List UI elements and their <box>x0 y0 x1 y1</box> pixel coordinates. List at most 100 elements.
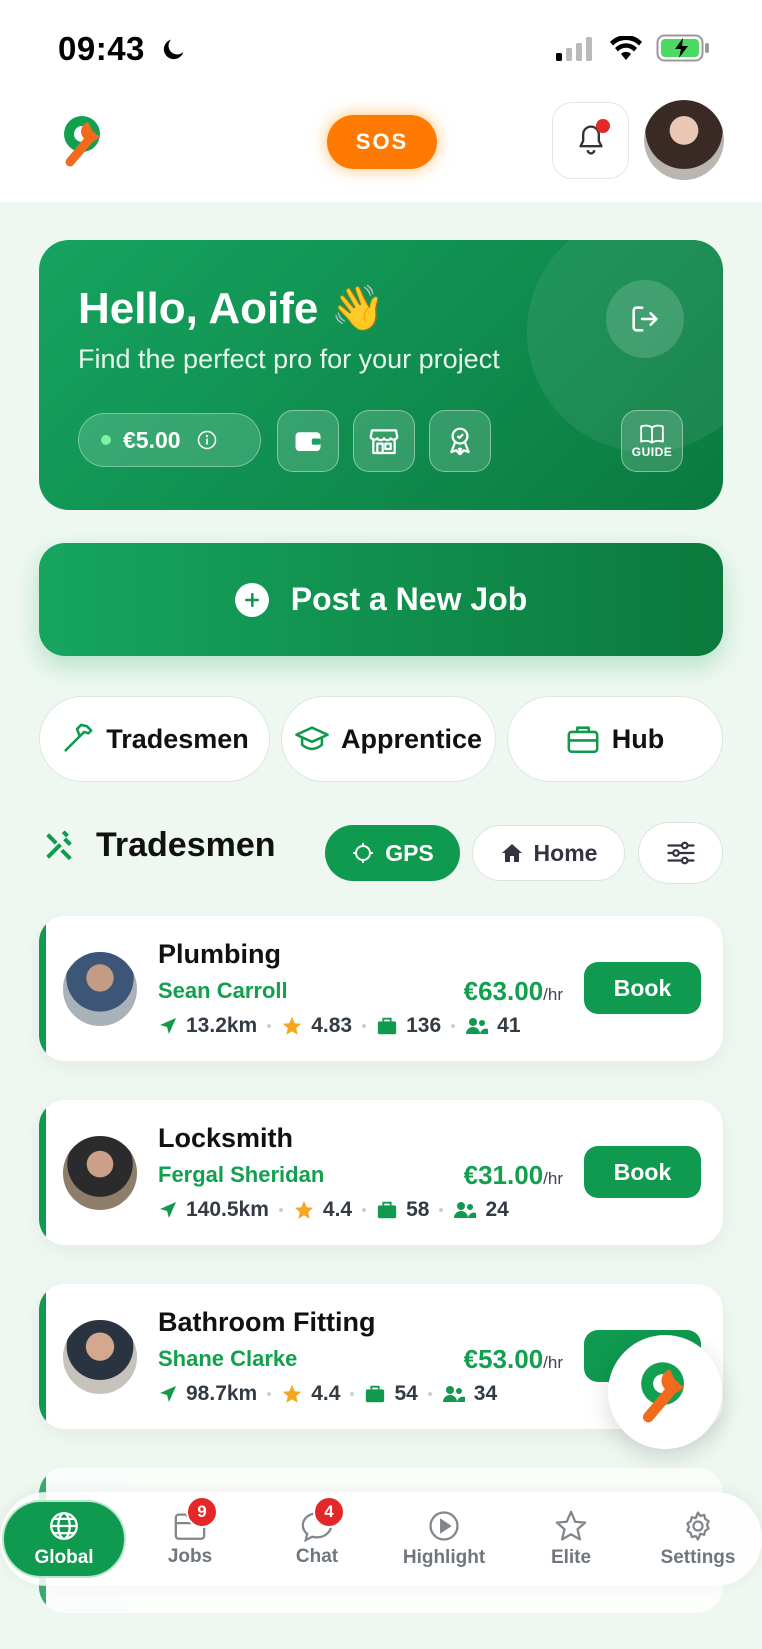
notification-dot <box>596 119 610 133</box>
post-new-job-button[interactable]: Post a New Job <box>39 543 723 656</box>
users-icon <box>442 1386 465 1402</box>
tab-apprentice[interactable]: Apprentice <box>281 696 496 782</box>
logout-icon <box>632 306 658 332</box>
status-time: 09:43 <box>58 30 145 67</box>
logout-button[interactable] <box>606 280 684 358</box>
tradesman-stats: 13.2km 4.83 136 41 <box>158 1014 521 1038</box>
crosshair-icon <box>353 843 374 863</box>
floating-action-button[interactable] <box>608 1335 722 1449</box>
home-filter-button[interactable]: Home <box>472 825 625 881</box>
nav-highlight[interactable]: Highlight <box>384 1500 504 1578</box>
award-icon <box>450 427 470 456</box>
badges-button[interactable] <box>429 410 491 472</box>
trade-name: Plumbing <box>158 939 281 969</box>
tradesman-name[interactable]: Shane Clarke <box>158 1346 297 1372</box>
navigation-arrow-icon <box>160 1386 176 1402</box>
nav-global[interactable]: Global <box>2 1500 126 1578</box>
greeting-subtitle: Find the perfect pro for your project <box>78 344 500 374</box>
app-logo-icon[interactable] <box>58 112 110 170</box>
hourly-rate: €63.00/hr <box>463 976 563 1006</box>
storefront-icon <box>369 429 399 455</box>
gps-filter-button[interactable]: GPS <box>325 825 460 881</box>
cellular-signal-icon <box>556 37 592 61</box>
wallet-button[interactable] <box>277 410 339 472</box>
distance: 98.7km <box>186 1382 258 1405</box>
book-button[interactable]: Book <box>584 1146 701 1198</box>
rating: 4.4 <box>311 1382 341 1405</box>
followers-count: 34 <box>473 1382 498 1405</box>
star-icon <box>283 1016 302 1035</box>
tab-hub-label: Hub <box>611 723 665 754</box>
tools-icon <box>46 829 72 860</box>
top-nav: SOS <box>0 92 762 202</box>
book-button[interactable]: Book <box>584 962 701 1014</box>
post-new-job-label: Post a New Job <box>290 581 528 617</box>
star-outline-icon <box>555 1510 587 1541</box>
jobs-count: 54 <box>394 1382 418 1405</box>
chat-badge: 4 <box>313 1496 345 1528</box>
hammer-icon <box>64 723 93 752</box>
book-open-icon <box>640 424 664 444</box>
wallet-icon <box>295 432 321 451</box>
welcome-card: Hello, Aoife 👋 Find the perfect pro for … <box>39 240 723 510</box>
nav-settings[interactable]: Settings <box>638 1500 758 1578</box>
home-label: Home <box>533 839 598 866</box>
jobs-badge: 9 <box>186 1496 218 1528</box>
app-logo-icon <box>641 1362 685 1423</box>
user-avatar[interactable] <box>644 100 724 180</box>
nav-settings-label: Settings <box>660 1547 736 1568</box>
filter-settings-button[interactable] <box>638 822 723 884</box>
globe-icon <box>50 1512 78 1540</box>
nav-global-label: Global <box>34 1547 94 1568</box>
briefcase-icon <box>366 1385 385 1403</box>
section-header: Tradesmen <box>42 826 276 865</box>
jobs-count: 58 <box>406 1198 430 1221</box>
briefcase-icon <box>567 726 599 754</box>
graduation-cap-icon <box>295 726 329 751</box>
notifications-button[interactable] <box>552 102 629 179</box>
balance-value: €5.00 <box>123 426 181 453</box>
rating: 4.83 <box>311 1014 353 1037</box>
tradesman-card[interactable]: Locksmith Fergal Sheridan €31.00/hr 140.… <box>39 1100 723 1245</box>
sliders-icon <box>666 841 695 865</box>
tradesman-card[interactable]: Plumbing Sean Carroll €63.00/hr 13.2km 4… <box>39 916 723 1061</box>
tradesman-photo <box>61 1134 139 1212</box>
nav-jobs[interactable]: 9 Jobs <box>130 1496 250 1578</box>
nav-chat[interactable]: 4 Chat <box>257 1496 377 1578</box>
hourly-rate: €53.00/hr <box>463 1344 563 1374</box>
nav-highlight-label: Highlight <box>402 1547 486 1568</box>
wallet-balance-pill[interactable]: €5.00 <box>78 413 261 467</box>
distance: 13.2km <box>186 1014 258 1037</box>
tab-hub[interactable]: Hub <box>507 696 723 782</box>
tradesman-stats: 98.7km 4.4 54 34 <box>158 1382 497 1406</box>
tab-tradesmen[interactable]: Tradesmen <box>39 696 270 782</box>
guide-label: GUIDE <box>631 445 673 459</box>
sos-button[interactable]: SOS <box>327 115 437 169</box>
navigation-arrow-icon <box>160 1202 176 1218</box>
section-title: Tradesmen <box>96 826 276 864</box>
tab-apprentice-label: Apprentice <box>340 723 483 754</box>
briefcase-icon <box>377 1201 397 1219</box>
shop-button[interactable] <box>353 410 415 472</box>
gps-label: GPS <box>385 839 434 866</box>
tradesman-name[interactable]: Sean Carroll <box>158 978 288 1004</box>
bottom-tab-bar: Global 9 Jobs 4 Chat Highlight Elite Set… <box>0 1492 762 1586</box>
tradesman-photo <box>61 950 139 1028</box>
moon-icon <box>163 39 184 60</box>
tab-tradesmen-label: Tradesmen <box>106 723 249 754</box>
info-icon[interactable] <box>197 430 217 450</box>
nav-elite[interactable]: Elite <box>511 1500 631 1578</box>
rating: 4.4 <box>322 1198 353 1221</box>
nav-elite-label: Elite <box>550 1547 592 1568</box>
navigation-arrow-icon <box>160 1018 176 1034</box>
star-icon <box>283 1384 302 1403</box>
play-icon <box>429 1511 459 1541</box>
guide-button[interactable]: GUIDE <box>621 410 683 472</box>
trade-name: Bathroom Fitting <box>158 1307 376 1337</box>
followers-count: 41 <box>497 1014 521 1037</box>
nav-chat-label: Chat <box>295 1546 339 1567</box>
tradesman-name[interactable]: Fergal Sheridan <box>158 1162 324 1188</box>
plus-circle-icon <box>234 582 269 617</box>
followers-count: 24 <box>485 1198 509 1221</box>
nav-jobs-label: Jobs <box>167 1546 213 1567</box>
